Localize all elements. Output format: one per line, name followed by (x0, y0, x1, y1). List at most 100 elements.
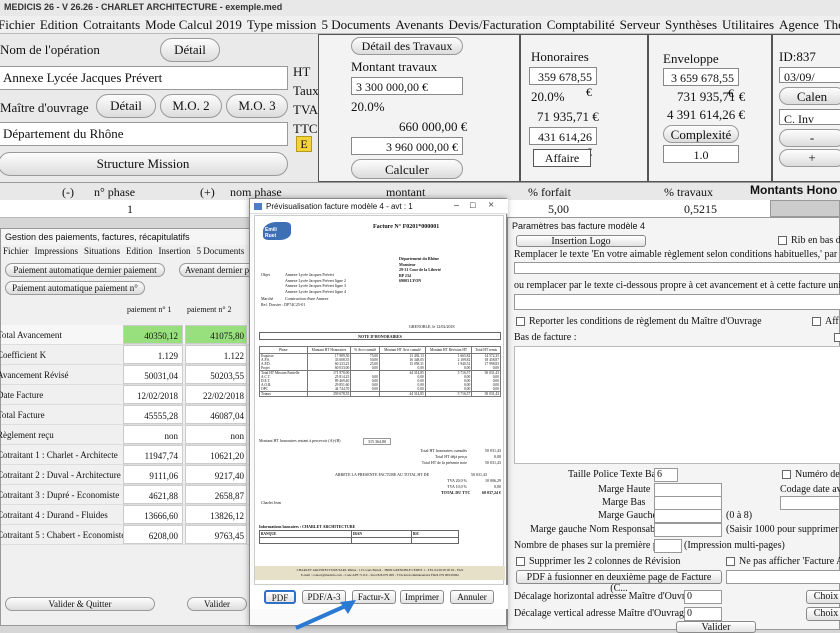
payment-value-1[interactable]: 45555,28 (123, 405, 183, 424)
menu-item[interactable]: Serveur (620, 17, 660, 33)
montant-travaux-field[interactable]: 3 300 000,00 € (351, 77, 463, 95)
numero-checkbox[interactable]: Numéro de d (782, 469, 840, 480)
pdf-merge-input[interactable] (726, 570, 840, 584)
payment-value-2[interactable]: 41075,80 (185, 325, 247, 344)
complexite-field[interactable]: 1.0 (663, 145, 739, 163)
menu-item[interactable]: Fichier (0, 17, 35, 33)
payment-value-1[interactable]: 12/02/2018 (123, 385, 183, 404)
enveloppe-ht-field[interactable]: 3 659 678,55 € (663, 68, 739, 100)
payment-value-1[interactable]: 13666,60 (123, 505, 183, 524)
payment-value-1[interactable]: 6208,00 (123, 525, 183, 544)
payment-row[interactable]: Cotraitant 1 : Charlet - Architecte 11947… (0, 445, 251, 465)
payment-value-1[interactable]: 1.129 (123, 345, 183, 364)
menu-item[interactable]: 5 Documents (321, 17, 390, 33)
honoraires-ht-field[interactable]: 359 678,55 € (529, 67, 597, 99)
avenant-button[interactable]: Avenant dernier pa (179, 263, 259, 277)
payment-value-1[interactable]: 40350,12 (123, 325, 183, 344)
choix-button-1[interactable]: Choix (806, 590, 840, 604)
pdf-merge-button[interactable]: PDF à fusionner en deuxième page de Fact… (516, 570, 722, 594)
plus-col[interactable]: (+) (200, 185, 215, 200)
complexite-button[interactable]: Complexité (663, 125, 739, 143)
payment-value-1[interactable]: 9111,06 (123, 465, 183, 484)
marge-gauche-input[interactable] (654, 509, 722, 523)
marge-haute-input[interactable] (654, 483, 722, 497)
aff-checkbox[interactable]: Aff (812, 316, 839, 327)
insert-logo-button[interactable]: Insertion Logo (516, 235, 646, 247)
maximize-icon[interactable]: □ (470, 200, 475, 210)
payment-row[interactable]: Date Facture 12/02/2018 22/02/2018 (0, 385, 251, 405)
menu-item[interactable]: Thème (824, 17, 840, 33)
imprimer-button[interactable]: Imprimer (400, 590, 444, 604)
detail-travaux-button[interactable]: Détail des Travaux (351, 37, 463, 55)
minimize-icon[interactable]: – (454, 200, 459, 211)
nb-phases-input[interactable] (654, 539, 682, 553)
replace-input[interactable] (514, 262, 840, 274)
menu-item[interactable]: Comptabilité (547, 17, 615, 33)
bas-checkbox[interactable] (834, 333, 840, 342)
payment-value-2[interactable]: 1.122 (185, 345, 247, 364)
payments-menu-item[interactable]: Edition (126, 246, 153, 258)
honoraires-ttc-field[interactable]: 431 614,26 € (529, 127, 597, 159)
payment-value-2[interactable]: 9763,45 (185, 525, 247, 544)
menu-item[interactable]: Mode Calcul 2019 (145, 17, 242, 33)
payments-menu-item[interactable]: Fichier (3, 246, 29, 258)
mo3-button[interactable]: M.O. 3 (226, 94, 288, 118)
annuler-button[interactable]: Annuler (450, 590, 494, 604)
decal-h-input[interactable]: 0 (684, 590, 722, 604)
marge-bas-input[interactable] (654, 496, 722, 510)
payments-menu-item[interactable]: Situations (84, 246, 120, 258)
date-field[interactable]: 03/09/ (779, 67, 840, 84)
mo2-button[interactable]: M.O. 2 (160, 94, 222, 118)
menu-item[interactable]: Devis/Facturation (449, 17, 542, 33)
affaire-button[interactable]: Affaire (533, 149, 591, 167)
marge-resp-input[interactable] (654, 523, 722, 537)
ttc-travaux-field[interactable]: 3 960 000,00 € (351, 137, 463, 155)
menu-item[interactable]: Cotraitants (83, 17, 140, 33)
payment-value-2[interactable]: non (185, 425, 247, 444)
payment-value-2[interactable]: 2658,87 (185, 485, 247, 504)
c-inv-field[interactable]: C. Inv (779, 109, 840, 126)
menu-item[interactable]: Edition (40, 17, 78, 33)
menu-item[interactable]: Type mission (247, 17, 317, 33)
rib-checkbox[interactable]: Rib en bas de p (778, 235, 840, 246)
plus-button[interactable]: + (779, 149, 840, 167)
payment-row[interactable]: Total Avancement 40350,12 41075,80 (0, 325, 251, 345)
bas-facture-textarea[interactable] (514, 346, 840, 464)
nom-operation-field[interactable]: Annexe Lycée Jacques Prévert (0, 66, 288, 90)
structure-mission-button[interactable]: Structure Mission (0, 152, 288, 176)
close-icon[interactable]: × (488, 199, 494, 211)
payment-row[interactable]: Total Facture 45555,28 46087,04 (0, 405, 251, 425)
payment-value-1[interactable]: 50031,04 (123, 365, 183, 384)
payment-value-2[interactable]: 13826,12 (185, 505, 247, 524)
suppr-checkbox[interactable]: Supprimer les 2 colonnes de Révision (516, 556, 680, 567)
nom-detail-button[interactable]: Détail (160, 38, 220, 62)
calculer-button[interactable]: Calculer (351, 159, 463, 179)
decal-v-input[interactable]: 0 (684, 607, 722, 621)
payments-menu-item[interactable]: 5 Documents (197, 246, 245, 258)
taille-input[interactable]: 6 (654, 468, 678, 482)
report-checkbox[interactable]: Reporter les conditions de règlement du … (516, 316, 762, 327)
calendar-button[interactable]: Calen (779, 87, 840, 105)
payment-value-2[interactable]: 46087,04 (185, 405, 247, 424)
payment-value-2[interactable]: 9217,40 (185, 465, 247, 484)
payment-value-2[interactable]: 50203,55 (185, 365, 247, 384)
auto-n-button[interactable]: Paiement automatique paiement n° (5, 281, 145, 295)
codage-input[interactable] (780, 496, 840, 510)
payment-value-1[interactable]: 11947,74 (123, 445, 183, 464)
payment-row[interactable]: Règlement reçu non non (0, 425, 251, 445)
menu-item[interactable]: Avenants (395, 17, 443, 33)
minus-col[interactable]: (-) (62, 185, 74, 200)
payment-value-1[interactable]: non (123, 425, 183, 444)
payment-value-2[interactable]: 10621,20 (185, 445, 247, 464)
mo-detail-button[interactable]: Détail (96, 94, 156, 118)
payments-menu-item[interactable]: Impressions (35, 246, 79, 258)
payment-row[interactable]: Cotraitant 2 : Duval - Architecture 9111,… (0, 465, 251, 485)
payment-row[interactable]: Cotraitant 4 : Durand - Fluides 13666,60 1… (0, 505, 251, 525)
choix-button-2[interactable]: Choix (806, 607, 840, 621)
valider-quitter-button[interactable]: Valider & Quitter (5, 597, 155, 611)
payment-row[interactable]: Coefficient K 1.129 1.122 (0, 345, 251, 365)
or-replace-input[interactable] (514, 294, 840, 310)
minus-button[interactable]: - (779, 129, 840, 147)
payment-row[interactable]: Cotraitant 5 : Chabert - Economiste 6208,… (0, 525, 251, 545)
payment-value-1[interactable]: 4621,88 (123, 485, 183, 504)
